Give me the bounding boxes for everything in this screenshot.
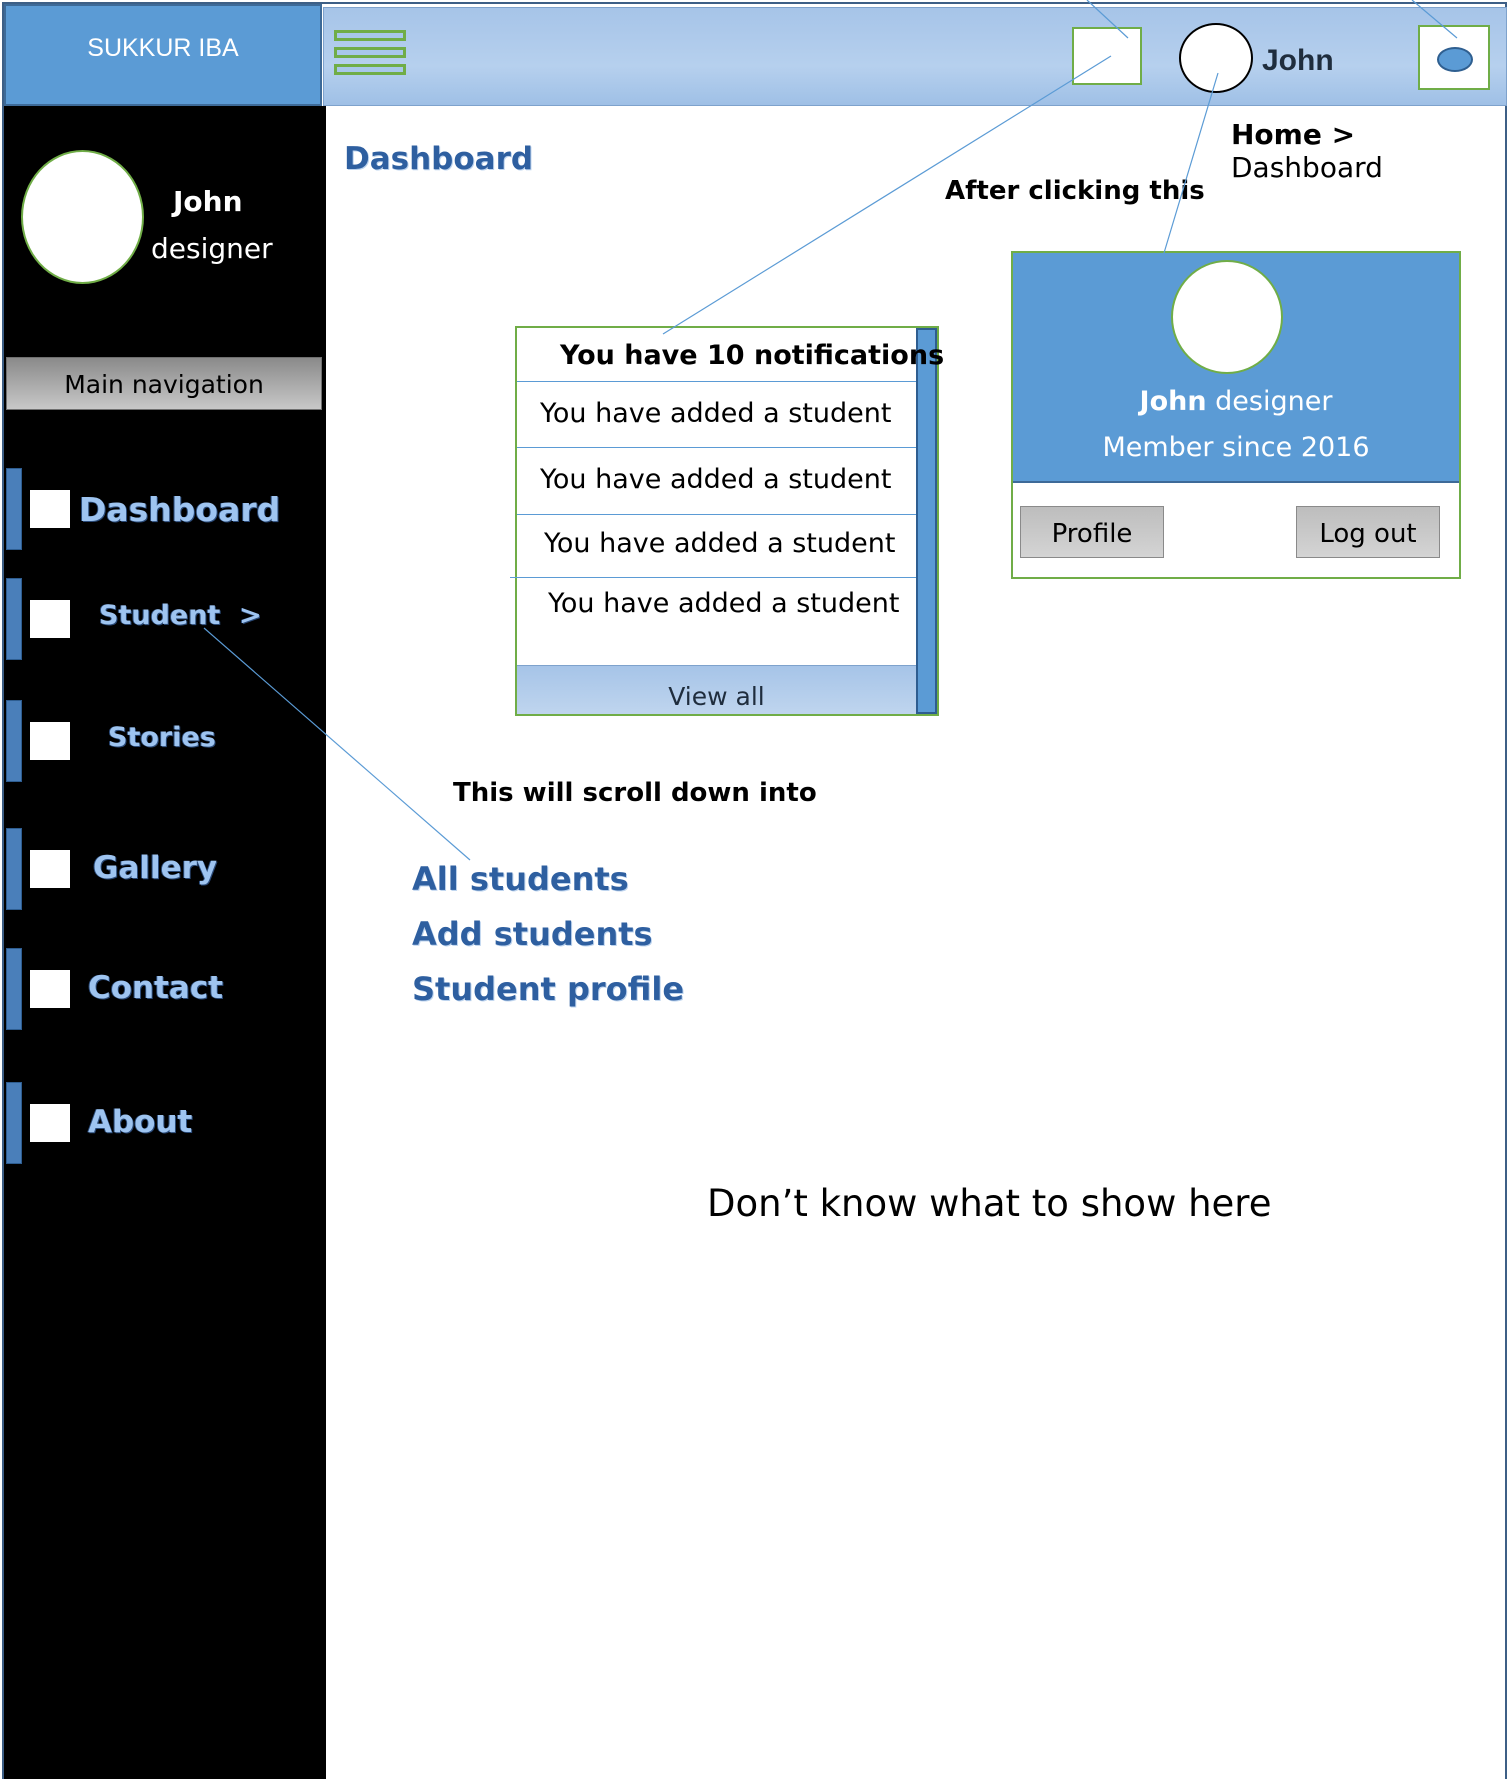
hamburger-menu-icon[interactable] xyxy=(334,30,406,78)
annotation-after-click: After clicking this xyxy=(945,176,1205,206)
profile-avatar xyxy=(1171,260,1283,374)
sidebar-item-label: Dashboard xyxy=(79,490,281,529)
notification-item[interactable]: You have added a student xyxy=(540,464,891,495)
notification-item[interactable]: You have added a student xyxy=(544,528,895,559)
divider xyxy=(517,381,916,382)
item-indicator xyxy=(6,578,22,660)
submenu-all-students[interactable]: All students xyxy=(412,860,629,898)
item-indicator xyxy=(6,1082,22,1164)
settings-icon xyxy=(1437,47,1473,72)
annotation-scroll-down: This will scroll down into xyxy=(453,778,817,808)
submenu-add-students[interactable]: Add students xyxy=(412,915,653,953)
notification-item[interactable]: You have added a student xyxy=(540,398,891,429)
submenu-student-profile[interactable]: Student profile xyxy=(412,970,684,1008)
profile-member-since: Member since 2016 xyxy=(1102,432,1370,463)
divider xyxy=(510,577,916,578)
contact-icon xyxy=(30,970,70,1008)
gallery-icon xyxy=(30,850,70,888)
top-user-name[interactable]: John xyxy=(1262,44,1334,78)
notification-item[interactable]: You have added a student xyxy=(548,588,899,619)
divider xyxy=(517,447,916,448)
brand-logo[interactable]: SUKKUR IBA xyxy=(4,4,322,106)
profile-button[interactable]: Profile xyxy=(1020,506,1164,558)
notifications-dropdown xyxy=(515,326,939,716)
sidebar-user-name: John xyxy=(173,185,243,218)
notifications-header: You have 10 notifications xyxy=(560,340,945,371)
breadcrumb: Home > Dashboard xyxy=(1231,118,1510,184)
about-icon xyxy=(30,1104,70,1142)
dashboard-icon xyxy=(30,490,70,528)
placeholder-text: Don’t know what to show here xyxy=(707,1182,1272,1225)
logout-button[interactable]: Log out xyxy=(1296,506,1440,558)
sidebar-item-label: Contact xyxy=(88,970,224,1006)
view-all-button[interactable]: View all xyxy=(517,665,916,714)
profile-name-role: John designer xyxy=(1013,386,1459,417)
sidebar-user-role: designer xyxy=(151,232,273,265)
profile-name: John xyxy=(1139,386,1207,417)
user-avatar[interactable] xyxy=(1179,23,1253,93)
stories-icon xyxy=(30,722,70,760)
sidebar-item-label: About xyxy=(88,1104,193,1140)
item-indicator xyxy=(6,700,22,782)
active-indicator xyxy=(6,468,22,550)
item-indicator xyxy=(6,828,22,910)
page-title: Dashboard xyxy=(344,141,534,177)
main-navigation-header: Main navigation xyxy=(6,357,322,410)
settings-button[interactable] xyxy=(1418,25,1490,90)
breadcrumb-home[interactable]: Home > xyxy=(1231,118,1355,151)
profile-role: designer xyxy=(1206,386,1333,417)
sidebar-item-label: Student > xyxy=(99,600,262,631)
divider xyxy=(517,514,916,515)
breadcrumb-current: Dashboard xyxy=(1231,151,1383,184)
item-indicator xyxy=(6,948,22,1030)
notifications-button[interactable] xyxy=(1072,27,1142,85)
notifications-scrollbar[interactable] xyxy=(916,328,937,714)
student-icon xyxy=(30,600,70,638)
sidebar-avatar xyxy=(21,150,144,284)
sidebar-item-label: Gallery xyxy=(93,850,218,886)
sidebar-item-label: Stories xyxy=(108,722,216,753)
